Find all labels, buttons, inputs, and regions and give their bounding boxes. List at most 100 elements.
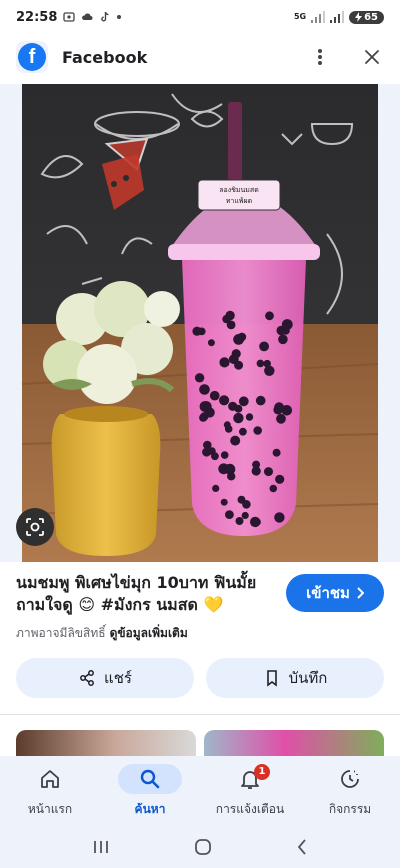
more-info-link[interactable]: ดูข้อมูลเพิ่มเติม	[110, 624, 188, 643]
tapioca-pearl	[219, 395, 230, 406]
tapioca-pearl	[242, 500, 251, 509]
lens-search-button[interactable]	[16, 508, 54, 546]
nav-notifications[interactable]: 1 การแจ้งเตือน	[200, 756, 300, 826]
cloud-icon	[82, 13, 93, 20]
tapioca-pearl	[223, 421, 231, 429]
tapioca-pearl	[225, 310, 235, 321]
tapioca-pearl	[233, 412, 244, 424]
battery-indicator: 65	[349, 10, 384, 24]
tapioca-pearl	[276, 413, 286, 424]
save-button[interactable]: บันทึก	[206, 658, 384, 698]
tapioca-pearl	[219, 357, 230, 368]
tapioca-pearl	[226, 320, 236, 330]
tapioca-pearl	[199, 401, 211, 412]
share-button[interactable]: แชร์	[16, 658, 194, 698]
bookmark-icon	[266, 670, 277, 687]
tapioca-pearl	[265, 311, 274, 321]
home-icon	[41, 769, 59, 788]
tiktok-icon	[101, 11, 109, 22]
image-preview: ลองชิมนมสด ทาแพ้ผด	[0, 84, 400, 562]
signal-icon	[311, 11, 326, 23]
tapioca-pearl	[272, 448, 281, 457]
facebook-logo-icon: f	[18, 43, 46, 71]
tapioca-pearl	[224, 463, 236, 475]
nav-search[interactable]: ค้นหา	[100, 756, 200, 826]
app-header: f Facebook	[0, 34, 400, 80]
charging-icon	[355, 12, 363, 22]
cup-label: ลองชิมนมสด	[219, 186, 259, 194]
tapioca-pearl	[253, 426, 262, 435]
activity-icon	[341, 769, 359, 788]
tapioca-pearl	[278, 334, 288, 345]
tapioca-pearl	[203, 440, 212, 450]
tapioca-pearl	[238, 396, 249, 407]
facebook-logo: f	[16, 41, 48, 73]
tapioca-pearl	[228, 401, 238, 411]
tapioca-pearl	[194, 373, 205, 383]
save-label: บันทึก	[288, 669, 328, 687]
nav-home[interactable]: หน้าแรก	[0, 756, 100, 826]
nav-home-label: หน้าแรก	[27, 801, 73, 816]
tapioca-pearl	[281, 326, 290, 335]
status-time: 22:58	[16, 9, 58, 25]
tapioca-pearl	[269, 484, 278, 493]
tapioca-pearl	[207, 339, 215, 347]
tapioca-pearl	[264, 467, 273, 477]
signal-icon-2	[330, 11, 345, 23]
tapioca-pearl	[228, 354, 239, 365]
tapioca-pearl	[200, 412, 209, 421]
action-row: แชร์ บันทึก	[16, 658, 384, 698]
tapioca-pearl	[274, 512, 285, 523]
tapioca-pearl	[255, 395, 266, 406]
search-icon	[140, 769, 160, 788]
tapioca-pearl	[256, 359, 265, 368]
network-type: 5G	[293, 12, 307, 21]
more-vert-icon[interactable]	[308, 45, 332, 69]
cup-label-line2: ทาแพ้ผด	[226, 197, 252, 205]
chevron-right-icon	[357, 587, 364, 599]
tapioca-pearl	[230, 435, 241, 446]
home-button-icon[interactable]	[194, 838, 212, 856]
tapioca-pearl	[211, 452, 219, 461]
nav-notifications-label: การแจ้งเตือน	[215, 801, 285, 816]
recent-apps-icon[interactable]	[92, 839, 110, 855]
page-title: Facebook	[62, 47, 148, 67]
tapioca-pearl	[212, 484, 220, 492]
share-label: แชร์	[104, 669, 132, 687]
copyright-notice: ภาพอาจมีลิขสิทธิ์	[16, 626, 106, 640]
tapioca-pearl	[220, 498, 228, 506]
notification-badge: 1	[254, 763, 270, 780]
nav-activity[interactable]: กิจกรรม	[300, 756, 400, 826]
visit-button[interactable]: เข้าชม	[286, 574, 384, 612]
tapioca-pearl	[253, 518, 261, 526]
lens-icon	[26, 518, 44, 536]
tapioca-pearl	[259, 341, 269, 352]
nav-activity-label: กิจกรรม	[328, 801, 372, 816]
tapioca-pearl	[245, 413, 254, 421]
status-bar: 22:58 5G 65	[0, 0, 400, 34]
tapioca-pearl	[199, 384, 210, 395]
tapioca-pearl	[197, 327, 206, 336]
result-caption: นมชมพู พิเศษไข่มุก 10บาท ฟินมั้ย ถามใจดู…	[16, 572, 276, 616]
visit-label: เข้าชม	[306, 584, 350, 602]
back-icon[interactable]	[296, 838, 308, 856]
tapioca-pearl	[220, 451, 229, 459]
tapioca-pearl	[252, 460, 261, 469]
result-image[interactable]: ลองชิมนมสด ทาแพ้ผด	[22, 84, 378, 562]
tapioca-pearl	[209, 390, 220, 401]
tapioca-pearl	[235, 517, 244, 525]
bottom-navigation: หน้าแรก ค้นหา 1 การแจ้งเตือน กิจกรรม	[0, 756, 400, 826]
tapioca-pearl	[274, 402, 284, 413]
dot-icon	[117, 15, 122, 19]
result-source: ภาพอาจมีลิขสิทธิ์ ดูข้อมูลเพิ่มเติม	[16, 624, 188, 643]
close-icon[interactable]	[360, 45, 384, 69]
tapioca-pearl	[225, 510, 234, 519]
tapioca-pearl	[264, 365, 275, 376]
tapioca-pearl	[239, 427, 247, 436]
result-title[interactable]: นมชมพู พิเศษไข่มุก 10บาท ฟินมั้ย ถามใจดู…	[16, 572, 276, 616]
system-navigation	[0, 826, 400, 868]
screen-record-icon	[63, 12, 76, 22]
nav-search-label: ค้นหา	[134, 801, 166, 816]
tapioca-pearl	[241, 511, 249, 520]
tapioca-pearl	[237, 332, 247, 342]
